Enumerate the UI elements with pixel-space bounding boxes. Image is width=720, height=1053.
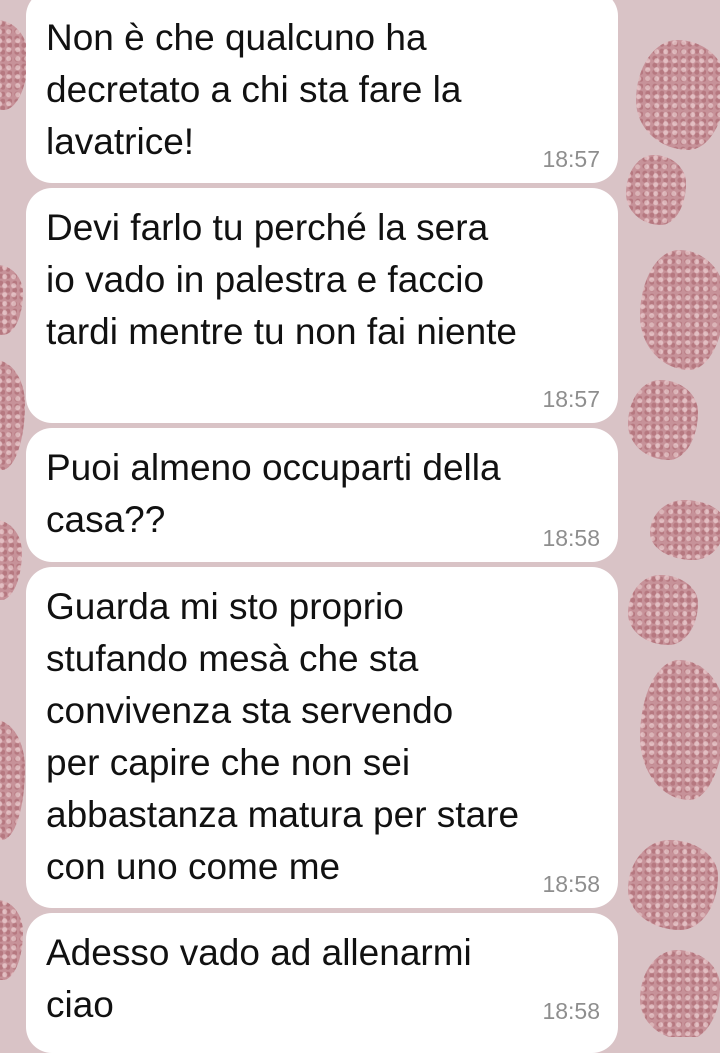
message-bubble[interactable]: Puoi almeno occuparti della casa?? 18:58 [26,428,618,562]
chat-thread: Non è che qualcuno ha decretato a chi st… [0,0,720,1053]
message-bubble[interactable]: Guarda mi sto proprio stufando mesà che … [26,567,618,908]
message-text: Adesso vado ad allenarmi ciao [46,932,472,1025]
message-bubble[interactable]: Non è che qualcuno ha decretato a chi st… [26,0,618,183]
message-timestamp: 18:57 [542,386,600,412]
message-timestamp: 18:58 [542,998,600,1024]
message-text: Devi farlo tu perché la sera io vado in … [46,207,518,352]
message-text: Guarda mi sto proprio stufando mesà che … [46,586,520,887]
message-timestamp: 18:58 [542,871,600,897]
message-timestamp: 18:58 [542,525,600,551]
message-text: Puoi almeno occuparti della casa?? [46,447,501,540]
message-timestamp: 18:57 [542,146,600,172]
message-bubble[interactable]: Adesso vado ad allenarmi ciao 18:58 [26,913,618,1053]
message-text: Non è che qualcuno ha decretato a chi st… [46,17,462,162]
message-bubble[interactable]: Devi farlo tu perché la sera io vado in … [26,188,618,423]
